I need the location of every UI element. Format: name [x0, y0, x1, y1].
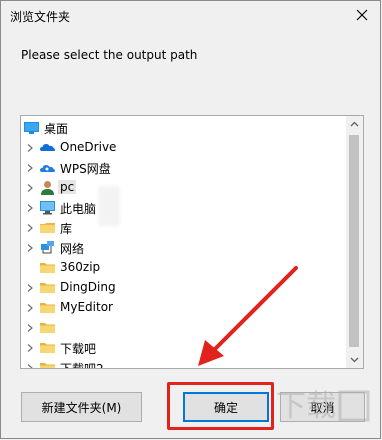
red-arrow-annotation — [198, 266, 298, 366]
svg-text:下载: 下载 — [276, 389, 336, 424]
watermark-logo: 下载 — [276, 389, 370, 424]
